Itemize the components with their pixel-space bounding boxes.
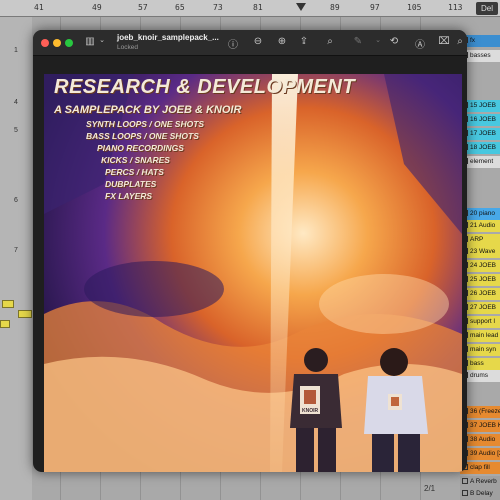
left-tick: 1	[14, 47, 18, 54]
ruler-number: 81	[253, 3, 263, 12]
ruler-number: 41	[34, 3, 44, 12]
track-label: 24 JOEB	[470, 262, 497, 269]
track-label: 27 JOEB	[470, 304, 497, 311]
zoom-in-icon[interactable]: ⊕	[275, 36, 289, 47]
zoom-out-icon[interactable]: ⊖	[251, 36, 265, 47]
track-label: drums	[470, 372, 489, 379]
cover-content-line: PERCS / HATS	[105, 167, 164, 177]
album-cover-image: KNOIR RESEARCH & DEVELOPMENT A SAMPLEPAC…	[44, 74, 462, 472]
cover-subtitle: A SAMPLEPACK BY JOEB & KNOIR	[54, 104, 242, 116]
cover-content-line: DUBPLATES	[105, 179, 157, 189]
track-label: 26 JOEB	[470, 290, 497, 297]
track-activator-icon[interactable]	[462, 478, 468, 485]
cover-content-line: KICKS / SNARES	[101, 155, 170, 165]
track-header[interactable]: B Delay	[460, 488, 500, 500]
track-label: 39 Audio [2]	[470, 450, 500, 457]
track-activator-icon[interactable]	[462, 490, 468, 497]
delete-button[interactable]: Del	[476, 2, 498, 15]
badge-text: KNOIR	[302, 408, 319, 414]
track-label: main syn	[470, 346, 497, 353]
track-label: main lead	[470, 332, 499, 339]
track-label: 38 Audio	[470, 436, 496, 443]
page-indicator: 2/1	[424, 484, 436, 493]
left-tick: 6	[14, 197, 18, 204]
minimize-button[interactable]	[53, 39, 61, 47]
track-label: fx	[470, 37, 476, 44]
track-label: clap fill	[470, 464, 490, 471]
document-status: Locked	[117, 44, 138, 51]
annotate-icon[interactable]: Ⓐ	[413, 36, 427, 51]
track-label: 16 JOEB	[470, 116, 497, 123]
ruler-number: 89	[330, 3, 340, 12]
cover-text-block: RESEARCH & DEVELOPMENT A SAMPLEPACK BY J…	[44, 74, 462, 274]
cover-content-line: BASS LOOPS / ONE SHOTS	[86, 131, 199, 141]
clip[interactable]	[0, 320, 10, 328]
track-header[interactable]: A Reverb	[460, 476, 500, 488]
markup-pen-icon[interactable]: ✎	[351, 36, 365, 47]
rotate-icon[interactable]: ⟲	[387, 36, 401, 47]
track-label: element	[470, 158, 494, 165]
track-label: ARP	[470, 236, 484, 243]
track-label: A Reverb	[470, 478, 497, 485]
ruler-number: 105	[407, 3, 422, 12]
left-tick: 5	[14, 127, 18, 134]
cover-title: RESEARCH & DEVELOPMENT	[54, 76, 356, 98]
cover-content-line: FX LAYERS	[105, 191, 153, 201]
track-label: 15 JOEB	[470, 102, 497, 109]
ruler-number: 57	[138, 3, 148, 12]
more-icon[interactable]: ⌕	[455, 36, 465, 47]
track-label: 23 Wave	[470, 248, 496, 255]
ruler-number: 49	[92, 3, 102, 12]
clip[interactable]	[2, 300, 14, 308]
document-title[interactable]: joeb_knoir_samplepack_...	[117, 33, 219, 42]
playhead-marker-icon[interactable]	[296, 3, 306, 11]
clip[interactable]	[18, 310, 32, 318]
window-titlebar[interactable]: ▥ ⌄ joeb_knoir_samplepack_... Locked ⓘ ⊖…	[33, 30, 467, 56]
track-label: 18 JOEB	[470, 144, 497, 151]
track-label: bass	[470, 360, 484, 367]
cover-content-line: SYNTH LOOPS / ONE SHOTS	[86, 119, 205, 129]
ruler-number: 97	[370, 3, 380, 12]
close-button[interactable]	[41, 39, 49, 47]
track-label: 17 JOEB	[470, 130, 497, 137]
track-label: support l	[470, 318, 495, 325]
track-label: B Delay	[470, 490, 493, 497]
track-label: 37 JOEB K	[470, 422, 500, 429]
ruler-number: 113	[448, 3, 463, 12]
search-icon[interactable]: ⌕	[323, 36, 337, 47]
track-label: 25 JOEB	[470, 276, 497, 283]
share-icon[interactable]: ⇪	[297, 36, 311, 47]
preview-window: ▥ ⌄ joeb_knoir_samplepack_... Locked ⓘ ⊖…	[33, 30, 467, 472]
track-label: basses	[470, 52, 491, 59]
zoom-button[interactable]	[65, 39, 73, 47]
track-label: 20 piano	[470, 210, 495, 217]
chevron-down-icon[interactable]: ⌄	[371, 36, 385, 44]
ruler-number: 73	[213, 3, 223, 12]
left-tick: 7	[14, 247, 18, 254]
track-label: 21 Audio	[470, 222, 496, 229]
left-track-strip: 1 4 5 6 7	[0, 17, 32, 500]
crop-icon[interactable]: ⌧	[437, 36, 451, 47]
arrangement-ruler[interactable]: 41 49 57 65 73 81 89 97 105 113 Del	[0, 0, 500, 17]
ruler-number: 65	[175, 3, 185, 12]
track-label: 36 (Freeze)	[470, 408, 500, 415]
info-icon[interactable]: ⓘ	[226, 36, 240, 51]
cover-content-line: PIANO RECORDINGS	[97, 143, 184, 153]
left-tick: 4	[14, 99, 18, 106]
chevron-down-icon[interactable]: ⌄	[95, 36, 109, 44]
